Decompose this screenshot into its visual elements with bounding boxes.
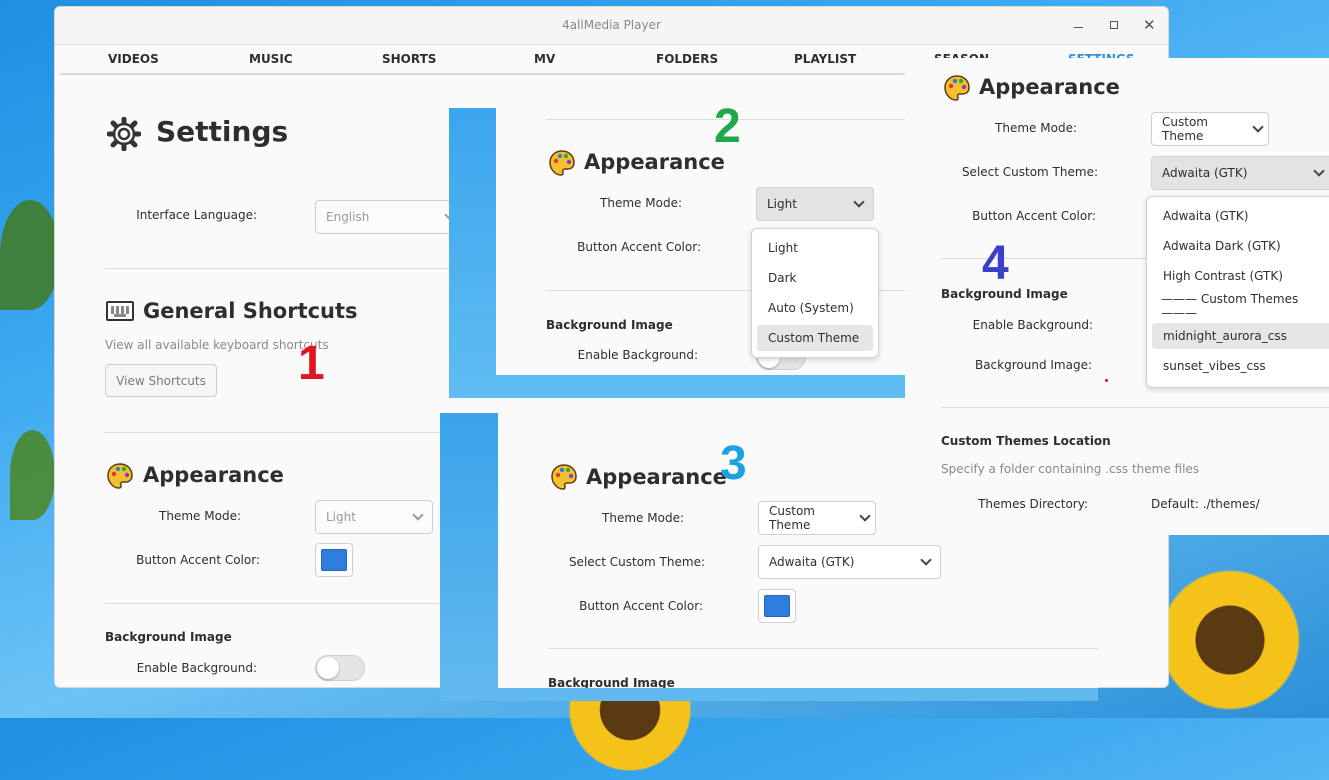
- tab-mv[interactable]: MV: [534, 52, 555, 66]
- view-shortcuts-button[interactable]: View Shortcuts: [105, 364, 217, 397]
- menu-item-adwaita[interactable]: Adwaita (GTK): [1152, 203, 1329, 229]
- enable-background-label: Enable Background:: [577, 348, 698, 362]
- appearance-title: Appearance: [586, 465, 727, 489]
- palette-icon: [943, 74, 971, 106]
- accent-color-label: Button Accent Color:: [577, 240, 701, 254]
- tab-shorts[interactable]: SHORTS: [382, 52, 436, 66]
- appearance-title: Appearance: [584, 150, 725, 174]
- appearance-title: Appearance: [979, 75, 1120, 99]
- tab-folders[interactable]: FOLDERS: [656, 52, 718, 66]
- shortcuts-description: View all available keyboard shortcuts: [105, 338, 329, 352]
- marker-2: 2: [714, 100, 741, 153]
- accent-color-swatch[interactable]: [315, 543, 353, 577]
- theme-mode-select[interactable]: Light: [315, 500, 433, 534]
- chevron-down-icon: [412, 509, 424, 521]
- theme-mode-select[interactable]: Custom Theme: [1151, 112, 1269, 146]
- chevron-down-icon: [920, 554, 932, 566]
- custom-theme-select[interactable]: Adwaita (GTK): [1151, 156, 1329, 190]
- custom-theme-menu: Adwaita (GTK) Adwaita Dark (GTK) High Co…: [1146, 196, 1329, 388]
- theme-mode-label: Theme Mode:: [995, 121, 1077, 135]
- tab-music[interactable]: MUSIC: [249, 52, 293, 66]
- panel-2: Appearance Theme Mode: Light Button Acce…: [496, 100, 905, 375]
- menu-item-custom-theme[interactable]: Custom Theme: [757, 325, 873, 351]
- chevron-down-icon: [1252, 121, 1264, 133]
- accent-color-label: Button Accent Color:: [972, 209, 1096, 223]
- background-image-section: Background Image: [105, 630, 232, 644]
- panel-4: Appearance Theme Mode: Custom Theme Sele…: [905, 58, 1329, 535]
- interface-language-select[interactable]: English: [315, 200, 465, 234]
- tab-videos[interactable]: VIDEOS: [108, 52, 159, 66]
- theme-mode-label: Theme Mode:: [159, 509, 241, 523]
- maximize-icon[interactable]: [1110, 21, 1118, 29]
- palette-icon: [550, 463, 578, 495]
- gear-icon: [106, 116, 142, 152]
- menu-item-adwaita-dark[interactable]: Adwaita Dark (GTK): [1152, 233, 1329, 259]
- themes-directory-label: Themes Directory:: [978, 497, 1088, 511]
- chevron-down-icon: [859, 510, 871, 522]
- theme-mode-select[interactable]: Light: [756, 187, 874, 221]
- interface-language-label: Interface Language:: [136, 208, 257, 222]
- menu-item-auto[interactable]: Auto (System): [757, 295, 873, 321]
- chevron-down-icon: [1313, 165, 1325, 177]
- menu-item-dark[interactable]: Dark: [757, 265, 873, 291]
- close-icon[interactable]: ✕: [1143, 16, 1156, 34]
- enable-background-toggle[interactable]: [315, 655, 365, 681]
- theme-mode-menu: Light Dark Auto (System) Custom Theme: [751, 228, 879, 358]
- settings-title: Settings: [156, 115, 289, 148]
- select-custom-theme-label: Select Custom Theme:: [568, 555, 705, 569]
- custom-theme-select[interactable]: Adwaita (GTK): [758, 545, 941, 579]
- custom-themes-location-title: Custom Themes Location: [941, 434, 1111, 448]
- chevron-down-icon: [853, 196, 865, 208]
- window-title: 4allMedia Player: [562, 18, 661, 32]
- custom-themes-location-desc: Specify a folder containing .css theme f…: [941, 462, 1200, 476]
- select-custom-theme-label: Select Custom Theme:: [961, 165, 1098, 179]
- accent-color-label: Button Accent Color:: [136, 553, 260, 567]
- theme-mode-label: Theme Mode:: [602, 511, 684, 525]
- menu-item-light[interactable]: Light: [757, 235, 873, 261]
- marker-1: 1: [298, 337, 325, 390]
- minimize-icon[interactable]: [1074, 27, 1083, 28]
- general-shortcuts-title: General Shortcuts: [143, 299, 358, 323]
- themes-directory-value[interactable]: Default: ./themes/: [1151, 497, 1260, 511]
- accent-color-label: Button Accent Color:: [579, 599, 703, 613]
- theme-mode-label: Theme Mode:: [600, 196, 682, 210]
- palette-icon: [548, 149, 576, 181]
- menu-item-high-contrast[interactable]: High Contrast (GTK): [1152, 263, 1329, 289]
- red-dot: [1105, 379, 1108, 382]
- appearance-title: Appearance: [143, 463, 284, 487]
- keyboard-icon: [106, 301, 134, 321]
- background-image-section: Background Image: [546, 318, 673, 332]
- menu-item-sunset-vibes[interactable]: sunset_vibes_css: [1152, 353, 1329, 379]
- title-bar: 4allMedia Player ✕: [55, 7, 1168, 45]
- enable-background-label: Enable Background:: [136, 661, 257, 675]
- background-image-section: Background Image: [548, 676, 675, 688]
- theme-mode-select[interactable]: Custom Theme: [758, 501, 876, 535]
- tab-playlist[interactable]: PLAYLIST: [794, 52, 856, 66]
- accent-color-swatch[interactable]: [758, 589, 796, 623]
- menu-separator-custom-themes: ——— Custom Themes ———: [1161, 292, 1299, 320]
- marker-3: 3: [720, 437, 747, 490]
- palette-icon: [106, 462, 134, 490]
- background-image-label: Background Image:: [974, 358, 1092, 372]
- enable-background-label: Enable Background:: [972, 318, 1093, 332]
- marker-4: 4: [982, 237, 1009, 290]
- menu-item-midnight-aurora[interactable]: midnight_aurora_css: [1152, 323, 1329, 349]
